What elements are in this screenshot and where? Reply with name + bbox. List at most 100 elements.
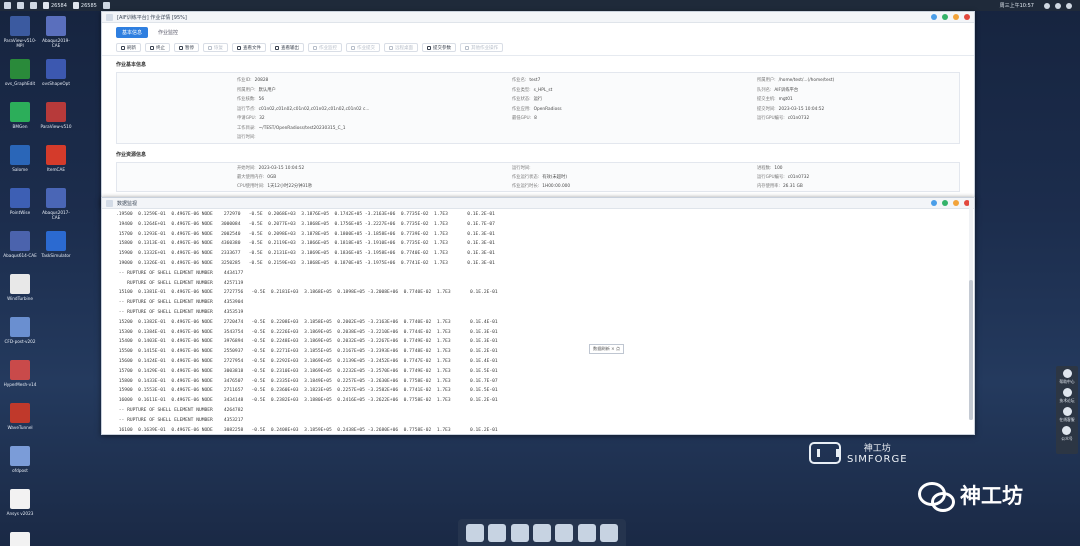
desktop-icon[interactable]: Abaqus2017-CAE [38,188,74,220]
desktop-icon[interactable]: ParaView-v510 [38,102,74,129]
log-scrollbar[interactable] [969,200,973,420]
info-key: 作业核数: [237,97,256,102]
info-value: AIF训练平台 [774,87,799,93]
close-icon[interactable] [964,14,970,20]
desktop-icon-label: Abaqus614-CAE [3,253,37,258]
toolbar-button[interactable]: 查看文件 [232,43,266,52]
desktop-icon[interactable]: HyperMesh-v14 [2,360,38,387]
minimize-icon[interactable] [953,14,959,20]
side-panel-item[interactable]: 帮助中心 [1059,369,1075,385]
desktop-icon[interactable]: Abaqus614-CAE [2,231,38,258]
toolbar-button[interactable]: 终止 [145,43,170,52]
taskbar-item-1[interactable]: 26584 [43,2,67,9]
app-icon [10,317,30,337]
minimize-icon[interactable] [953,200,959,206]
desktop-icon[interactable]: TaskSimulator [38,231,74,258]
info-value: 8 [534,116,537,121]
toolbar-button[interactable]: 暂停 [174,43,199,52]
info-key: 作业状态: [512,97,531,102]
help-icon[interactable] [931,200,937,206]
tab-job-monitor[interactable]: 作业监控 [152,27,184,38]
log-line: 16000 0.1611E-01 0.4967E-06 NODE 3434148… [116,398,498,404]
desktop-icon[interactable]: WaveTunnel [2,403,38,430]
info-value: mgt01 [778,97,793,102]
restore-icon[interactable] [942,200,948,206]
desktop-icon[interactable]: CFD-post-v202 [2,317,38,344]
desktop-icon[interactable]: ovs_GraphEdit [2,59,38,86]
desktop-icon-label: BMGen [12,124,28,129]
info-field: 最低GPU: 8 [512,115,537,121]
desktop-icon[interactable]: PointWise [2,188,38,215]
desktop-icon[interactable]: Salome [2,145,38,172]
toolbar-button-label: 暂停 [185,45,194,51]
app-icon [10,403,30,423]
desktop-icon[interactable]: WindTurbine [2,274,38,301]
info-key: 提交时间: [757,106,776,112]
toolbar-button[interactable]: 提交参数 [422,43,456,52]
toolbar-button[interactable]: 刷新 [116,43,141,52]
toolbar-button-label: 终止 [156,45,165,51]
side-panel-icon [1062,369,1072,378]
restore-icon[interactable] [942,14,948,20]
desktop-icon[interactable]: ovsShapeOpt [38,59,74,86]
log-line: 15800 0.1433E-01 0.4967E-06 NODE 3476507… [116,378,498,384]
desktop-icon[interactable]: tunnelid [2,532,38,546]
info-field: 提交时间: 2023-03-15 10:04:52 [757,106,824,112]
toolbar-button-icon [275,45,279,50]
side-panel-item[interactable]: 在线客服 [1059,407,1075,423]
app-icon [46,59,66,79]
top-taskbar: 26584 26585 周三上午10:57 [0,0,1080,11]
tab-basic-info[interactable]: 基本信息 [116,27,149,38]
taskbar-item-2[interactable]: 26585 [72,2,97,9]
resource-key: 最大使用内存: [237,175,265,180]
app-icon [106,13,113,21]
power-icon[interactable] [1066,2,1072,9]
trash-icon[interactable] [599,523,618,542]
side-panel-item[interactable]: 公众号 [1061,426,1073,442]
desktop-icon-label: ofdpost [12,468,28,473]
info-value: 默认用户 [258,87,276,93]
network-icon[interactable] [1044,2,1050,9]
desktop-icon[interactable]: ItemCAE [38,145,74,172]
toolbar-button[interactable]: 查看输出 [270,43,304,52]
notes-icon[interactable] [555,523,574,542]
resource-key: 运行时间: [512,166,531,171]
resource-value: 1H00:00.000 [542,184,571,189]
info-key: 所属用户: [237,87,256,93]
desktop-icon[interactable]: BMGen [2,102,38,129]
log-output[interactable]: .19500 0.1259E-01 0.4967E-06 NODE 272970… [102,209,974,435]
folder-icon[interactable] [577,523,596,542]
toolbar-button-label: 查看文件 [243,45,261,51]
toolbar: 刷新 终止 暂停 恢复 查看文件 查看输出 作业监控 作业提交 远程桌面 提交参数 其他作业操作 [102,40,974,56]
monitor-icon[interactable] [510,523,529,542]
log-line: 15900 0.1553E-01 0.4967E-06 NODE 2711657… [116,388,498,394]
resource-field: 作业运行状态: 有效(未超时) [512,174,567,180]
folder-icon[interactable] [17,2,24,9]
lock-icon[interactable] [532,523,551,542]
toolbar-button-label: 查看输出 [281,45,299,51]
finder-icon[interactable] [466,523,485,542]
resource-value: 2023-03-15 10:04:52 [258,166,305,171]
desktop-icon-label: ovsShapeOpt [42,81,70,86]
terminal-icon[interactable] [102,2,110,9]
app-icon [10,231,30,251]
side-panel-item[interactable]: 技术论坛 [1059,388,1075,404]
info-field: 运行GPU编号: c01n0732 [757,115,809,121]
calculator-icon[interactable] [488,523,507,542]
toolbar-button: 远程桌面 [384,43,418,52]
help-icon[interactable] [931,14,937,20]
scrollbar-thumb[interactable] [969,280,973,420]
desktop-icon[interactable]: ParaView-v510-MPI [2,16,38,48]
start-icon[interactable] [4,2,11,9]
resource-field: 开始时间: 2023-03-15 10:04:52 [237,165,304,171]
file-icon[interactable] [30,2,37,9]
desktop-icon[interactable]: Abaqus2019-CAE [38,16,74,48]
resource-key: 内存使用率: [757,184,780,189]
desktop-icon-label: ovs_GraphEdit [4,81,36,86]
desktop-icon[interactable]: ofdpost [2,446,38,473]
log-line: 15700 0.1293E-01 0.4967E-06 NODE 2002540… [116,231,495,237]
volume-icon[interactable] [1055,2,1061,9]
info-key: 申请GPU: [237,116,257,121]
desktop-icon[interactable]: Ansys v2023 [2,489,38,516]
info-value: c01n02,c01n02,c01n02,c01n02,c01n02,c01n0… [258,106,370,112]
